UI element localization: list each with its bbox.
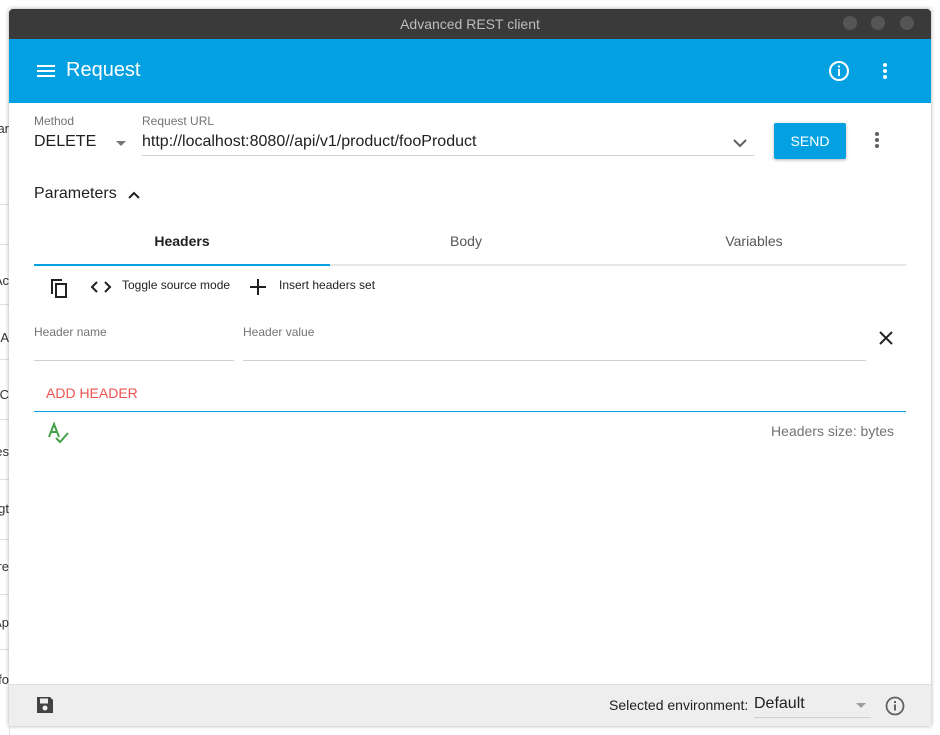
info-icon[interactable] bbox=[826, 58, 852, 84]
tab-variables[interactable]: Variables bbox=[602, 223, 906, 266]
background-window-text: gt bbox=[0, 501, 9, 516]
background-window-text: es bbox=[0, 444, 9, 459]
spellcheck-icon bbox=[46, 421, 70, 445]
window-titlebar[interactable]: Advanced REST client bbox=[9, 9, 931, 39]
close-icon[interactable] bbox=[877, 329, 895, 347]
method-select[interactable]: DELETE bbox=[34, 131, 134, 159]
environment-value: Default bbox=[754, 695, 805, 712]
headers-size-text: Headers size: bytes bbox=[771, 423, 894, 439]
url-input[interactable]: http://localhost:8080//api/v1/product/fo… bbox=[142, 131, 754, 156]
screen: ar Ac t A C es gt re Ap fo Advanced REST… bbox=[0, 0, 940, 735]
tab-headers[interactable]: Headers bbox=[34, 223, 330, 266]
background-window-text: fo bbox=[0, 672, 9, 687]
header-value-placeholder: Header value bbox=[243, 325, 315, 339]
app-window: Advanced REST client Request Method DELE… bbox=[9, 9, 931, 726]
more-vert-icon[interactable] bbox=[867, 127, 887, 153]
code-icon bbox=[90, 281, 112, 293]
insert-headers-set-button[interactable]: Insert headers set bbox=[246, 275, 386, 299]
method-label: Method bbox=[34, 114, 75, 128]
window-close-button[interactable] bbox=[900, 16, 914, 30]
chevron-down-icon[interactable] bbox=[732, 135, 748, 151]
url-label: Request URL bbox=[142, 114, 215, 128]
background-window-text: t A bbox=[0, 330, 9, 345]
header-name-input[interactable]: Header name bbox=[34, 325, 234, 361]
more-vert-icon[interactable] bbox=[875, 58, 895, 84]
divider bbox=[34, 411, 906, 412]
environment-label: Selected environment: bbox=[609, 697, 749, 713]
parameters-tabs: Headers Body Variables bbox=[34, 223, 906, 266]
tab-body[interactable]: Body bbox=[330, 223, 602, 266]
dropdown-caret-icon bbox=[116, 141, 126, 146]
background-window-text: ar bbox=[0, 121, 9, 136]
status-bar: Selected environment: Default bbox=[9, 684, 931, 726]
background-window-text: C bbox=[0, 387, 9, 402]
toggle-source-mode-label: Toggle source mode bbox=[122, 278, 231, 292]
background-window-text: Ap bbox=[0, 615, 9, 630]
window-maximize-button[interactable] bbox=[871, 16, 885, 30]
save-icon[interactable] bbox=[35, 695, 55, 715]
add-icon bbox=[250, 279, 266, 295]
toggle-source-mode-button[interactable]: Toggle source mode bbox=[89, 275, 233, 299]
menu-icon[interactable] bbox=[35, 59, 57, 83]
copy-icon[interactable] bbox=[47, 275, 77, 299]
add-header-button[interactable]: ADD HEADER bbox=[46, 385, 138, 401]
window-minimize-button[interactable] bbox=[843, 16, 857, 30]
dropdown-caret-icon bbox=[856, 703, 866, 708]
tab-indicator bbox=[34, 264, 330, 266]
url-value: http://localhost:8080//api/v1/product/fo… bbox=[142, 133, 477, 150]
info-icon[interactable] bbox=[884, 695, 906, 717]
header-name-placeholder: Header name bbox=[34, 325, 107, 339]
method-value: DELETE bbox=[34, 133, 97, 150]
header-value-input[interactable]: Header value bbox=[243, 325, 866, 361]
parameters-label: Parameters bbox=[34, 185, 117, 202]
page-title: Request bbox=[66, 59, 141, 81]
app-toolbar: Request bbox=[9, 39, 931, 103]
window-title: Advanced REST client bbox=[400, 16, 540, 32]
send-button[interactable]: SEND bbox=[774, 123, 846, 159]
environment-select[interactable]: Default bbox=[754, 693, 871, 718]
insert-headers-set-label: Insert headers set bbox=[279, 278, 376, 292]
background-window-text: re bbox=[0, 559, 9, 574]
background-window-text: Ac bbox=[0, 273, 9, 288]
chevron-up-icon bbox=[126, 187, 142, 203]
